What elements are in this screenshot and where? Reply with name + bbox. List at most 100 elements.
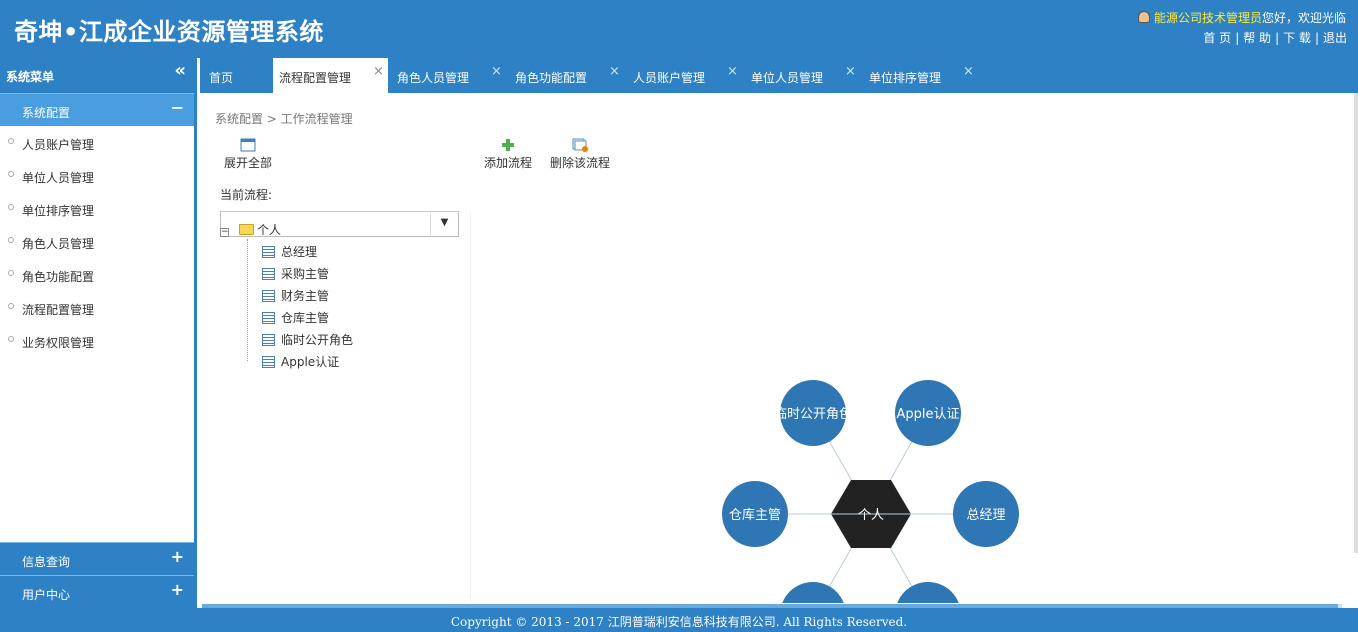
menu-item-label: 业务权限管理 bbox=[22, 336, 95, 350]
tab-account-management[interactable]: 人员账户管理 × bbox=[633, 58, 743, 93]
menu-item-label: 流程配置管理 bbox=[22, 303, 95, 317]
tree-root-node[interactable]: − 个人 bbox=[220, 221, 353, 243]
diagram-node-bottom-right[interactable] bbox=[895, 582, 961, 603]
tab-unit-personnel[interactable]: 单位人员管理 × bbox=[751, 58, 861, 93]
tree-node-label: Apple认证 bbox=[281, 355, 340, 369]
button-label: 添加流程 bbox=[484, 156, 533, 170]
diagram-center-label: 个人 bbox=[858, 508, 884, 523]
tree-node[interactable]: Apple认证 bbox=[220, 353, 353, 375]
download-link[interactable]: 下 载 bbox=[1280, 31, 1314, 45]
tab-label: 流程配置管理 bbox=[279, 71, 352, 85]
diagram-node-right[interactable]: 总经理 bbox=[953, 481, 1019, 547]
sidebar-item-unit-sorting[interactable]: 单位排序管理 bbox=[0, 192, 194, 225]
tree-connector bbox=[247, 239, 248, 361]
menu-item-label: 单位人员管理 bbox=[22, 171, 95, 185]
close-icon[interactable]: × bbox=[963, 64, 974, 79]
plus-icon bbox=[502, 139, 514, 151]
flow-tree: − 个人 总经理 采购主管 财务主管 仓库主管 临时公开角色 Apple认证 bbox=[220, 219, 353, 375]
close-icon[interactable]: × bbox=[727, 64, 738, 79]
diagram-node-top-right[interactable]: Apple认证 bbox=[895, 380, 961, 446]
tab-label: 单位人员管理 bbox=[751, 71, 824, 85]
diagram-node-left[interactable]: 仓库主管 bbox=[722, 481, 788, 547]
menu-item-label: 角色人员管理 bbox=[22, 237, 95, 251]
sidebar-section-system-config[interactable]: 系统配置 − bbox=[0, 93, 194, 126]
bullet-icon bbox=[8, 336, 14, 342]
bullet-icon bbox=[8, 171, 14, 177]
close-icon[interactable]: × bbox=[609, 64, 620, 79]
user-icon bbox=[1137, 11, 1150, 23]
collapse-node-icon[interactable]: − bbox=[220, 228, 229, 237]
app-header: 奇坤•江成企业资源管理系统 能源公司技术管理员您好，欢迎光临 首 页 | 帮 助 | 下… bbox=[0, 0, 1358, 58]
current-flow-label: 当前流程: bbox=[220, 188, 273, 202]
tree-node[interactable]: 采购主管 bbox=[220, 265, 353, 287]
tab-role-function[interactable]: 角色功能配置 × bbox=[515, 58, 625, 93]
tree-node[interactable]: 财务主管 bbox=[220, 287, 353, 309]
diagram-node-label: Apple认证 bbox=[896, 407, 959, 422]
dropdown-arrow-icon[interactable]: ▼ bbox=[430, 212, 458, 236]
tab-flow-config[interactable]: 流程配置管理 × bbox=[273, 58, 388, 93]
folder-icon bbox=[239, 224, 254, 235]
sidebar-item-role-personnel[interactable]: 角色人员管理 bbox=[0, 225, 194, 258]
diagram-node-label: 仓库主管 bbox=[729, 507, 781, 523]
close-icon[interactable]: × bbox=[373, 64, 384, 79]
sidebar-section-info-query[interactable]: 信息查询 + bbox=[0, 542, 194, 575]
table-icon bbox=[262, 312, 275, 324]
close-icon[interactable]: × bbox=[491, 64, 502, 79]
tab-role-personnel[interactable]: 角色人员管理 × bbox=[397, 58, 507, 93]
tree-node-label: 总经理 bbox=[281, 245, 318, 259]
breadcrumb: 系统配置 > 工作流程管理 bbox=[215, 112, 353, 126]
tree-node-label: 采购主管 bbox=[281, 267, 330, 281]
section-label: 信息查询 bbox=[22, 555, 71, 569]
tab-label: 角色功能配置 bbox=[515, 71, 588, 85]
app-title: 奇坤•江成企业资源管理系统 bbox=[14, 18, 324, 46]
sidebar-section-user-center[interactable]: 用户中心 + bbox=[0, 575, 194, 608]
button-label: 删除该流程 bbox=[550, 156, 611, 170]
help-link[interactable]: 帮 助 bbox=[1240, 31, 1274, 45]
tab-bar: 首页 流程配置管理 × 角色人员管理 × 角色功能配置 × 人员账户管理 × 单位人员管… bbox=[200, 58, 1358, 93]
diagram-node-bottom-left[interactable] bbox=[780, 582, 846, 603]
tab-label: 角色人员管理 bbox=[397, 71, 470, 85]
sidebar-item-account-management[interactable]: 人员账户管理 bbox=[0, 126, 194, 159]
flow-diagram: 临时公开角色 Apple认证 仓库主管 总经理 个人 bbox=[722, 380, 1019, 603]
add-flow-button[interactable]: 添加流程 bbox=[484, 138, 532, 171]
tab-home[interactable]: 首页 bbox=[209, 58, 233, 93]
sidebar-item-role-function[interactable]: 角色功能配置 bbox=[0, 258, 194, 291]
sidebar-item-business-permission[interactable]: 业务权限管理 bbox=[0, 324, 194, 357]
home-link[interactable]: 首 页 bbox=[1200, 31, 1234, 45]
table-icon bbox=[262, 246, 275, 258]
close-icon[interactable]: × bbox=[845, 64, 856, 79]
tree-node[interactable]: 总经理 bbox=[220, 243, 353, 265]
user-name[interactable]: 能源公司技术管理员 bbox=[1154, 11, 1262, 25]
menu-item-label: 人员账户管理 bbox=[22, 138, 95, 152]
tree-node-label: 临时公开角色 bbox=[281, 333, 354, 347]
window-icon bbox=[240, 138, 256, 152]
welcome-message: 能源公司技术管理员您好，欢迎光临 bbox=[1137, 9, 1346, 26]
sidebar-item-flow-config[interactable]: 流程配置管理 bbox=[0, 291, 194, 324]
diagram-node-top-left[interactable]: 临时公开角色 bbox=[774, 380, 852, 446]
bullet-icon bbox=[8, 237, 14, 243]
plus-icon[interactable]: + bbox=[171, 547, 184, 566]
minus-icon[interactable]: − bbox=[171, 98, 184, 117]
logout-link[interactable]: 退出 bbox=[1320, 31, 1350, 45]
tab-unit-sorting[interactable]: 单位排序管理 × bbox=[869, 58, 979, 93]
sidebar-title: 系统菜单 bbox=[6, 70, 55, 84]
delete-flow-button[interactable]: 删除该流程 bbox=[550, 138, 610, 171]
vertical-scrollbar[interactable] bbox=[1354, 93, 1358, 553]
bullet-icon bbox=[8, 204, 14, 210]
tree-node[interactable]: 临时公开角色 bbox=[220, 331, 353, 353]
expand-all-button[interactable]: 展开全部 bbox=[224, 138, 272, 171]
menu-item-label: 单位排序管理 bbox=[22, 204, 95, 218]
top-links: 首 页 | 帮 助 | 下 载 | 退出 bbox=[1200, 29, 1350, 46]
bullet-icon bbox=[8, 270, 14, 276]
tree-node-label: 财务主管 bbox=[281, 289, 330, 303]
sidebar-item-unit-personnel[interactable]: 单位人员管理 bbox=[0, 159, 194, 192]
sidebar-header: 系统菜单 « bbox=[0, 58, 194, 93]
sidebar-bottom-sections: 信息查询 + 用户中心 + bbox=[0, 542, 194, 608]
menu-item-label: 角色功能配置 bbox=[22, 270, 95, 284]
diagram-center-node[interactable]: 个人 bbox=[831, 480, 911, 548]
main-content: 系统配置 > 工作流程管理 展开全部 添加流程 删除该流程 当前流程: ▼ − 个… bbox=[200, 93, 1358, 608]
collapse-sidebar-icon[interactable]: « bbox=[174, 60, 186, 81]
plus-icon[interactable]: + bbox=[171, 580, 184, 599]
tree-node[interactable]: 仓库主管 bbox=[220, 309, 353, 331]
tab-label: 首页 bbox=[209, 71, 234, 85]
